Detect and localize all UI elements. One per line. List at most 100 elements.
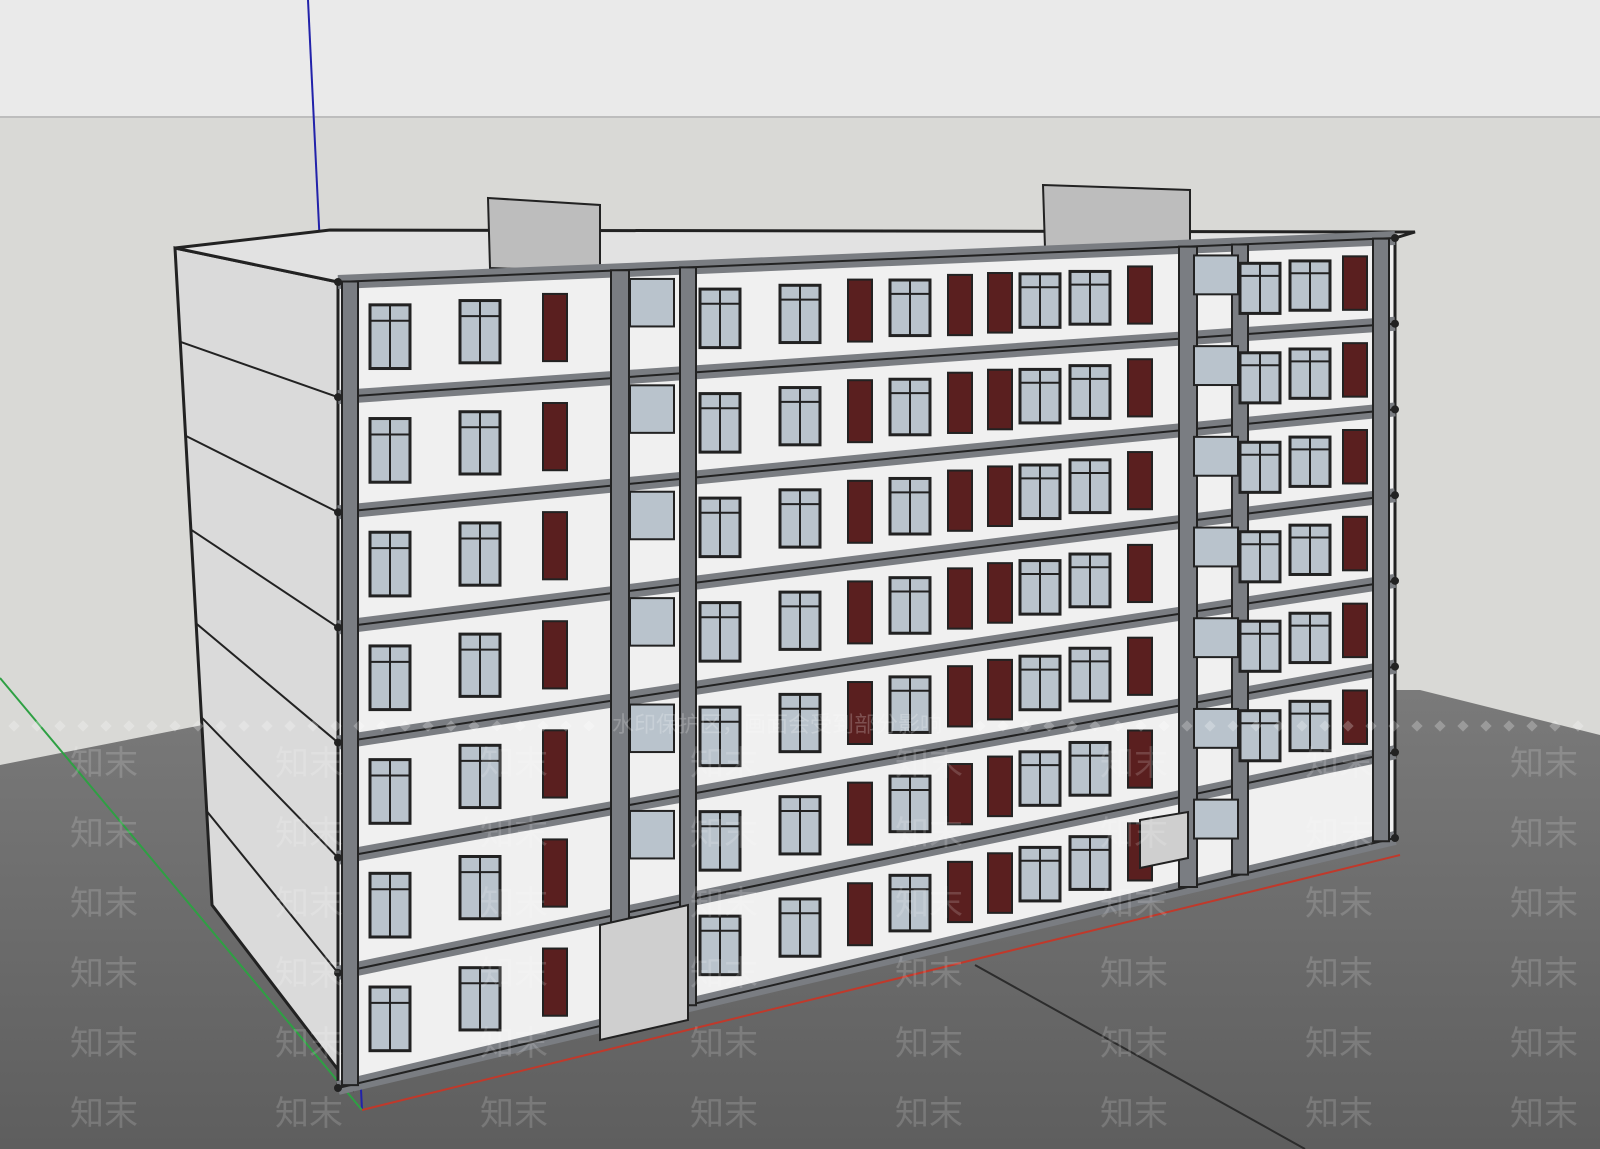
vertex-dot [334,393,342,402]
watermark-text: 知末 [480,954,548,994]
watermark-text: 知末 [480,884,548,924]
door [1342,689,1368,745]
vertex-dot [1391,748,1399,757]
door [847,479,873,544]
door [847,580,873,645]
stair-window [629,490,675,541]
watermark-text: 知末 [1305,884,1373,924]
watermark-text: 知末 [70,1024,138,1064]
watermark-text: 知末 [1510,884,1578,924]
stair-window [629,809,675,860]
door [847,882,873,947]
watermark-text: 知末 [1305,1094,1373,1134]
stair-window [1193,254,1239,296]
stair-window [1193,617,1239,659]
watermark-text: 知末 [1305,954,1373,994]
door [847,781,873,846]
watermark-text: 知末 [275,884,343,924]
door [947,273,973,337]
watermark-text: 知末 [1510,744,1578,784]
door [1127,543,1153,604]
vertex-dot [1391,662,1399,671]
model-viewport[interactable]: 水印保护区，画面会受到部分影响 知末 知末 知末 知末 知末 知末 知末 知末 知末 知末 知末 知末… [0,0,1600,1149]
door [1127,451,1153,511]
watermark-text: 知末 [1305,1024,1373,1064]
watermark-text: 知末 [480,744,548,784]
watermark-text: 知末 [1100,1024,1168,1064]
watermark-text: 知末 [895,1094,963,1134]
watermark-text: 知末 [275,814,343,854]
watermark-text: 知末 [690,1024,758,1064]
door [947,371,973,434]
vertex-dot [1391,234,1399,242]
stair-window [1193,435,1239,477]
door [987,272,1013,334]
door [987,465,1013,528]
door [987,562,1013,624]
pilaster [1372,237,1390,843]
watermark-text: 知末 [1305,814,1373,854]
door [1342,602,1368,659]
door [1127,358,1153,418]
watermark-text: 知末 [1305,744,1373,784]
watermark-text: 知末 [275,744,343,784]
stair-window [1193,526,1239,568]
vertex-dot [1391,319,1399,328]
vertex-dot [1391,405,1399,414]
stair-window [1193,798,1239,840]
watermark-text: 知末 [275,1024,343,1064]
watermark-text: 知末 [1100,884,1168,924]
ground-recess-left [599,903,689,1042]
watermark-text: 知末 [1510,814,1578,854]
stair-window [1193,345,1239,387]
door [987,852,1013,914]
door [1127,636,1153,696]
watermark-text: 知末 [895,884,963,924]
watermark-text: 知末 [1510,954,1578,994]
watermark-text: 知末 [275,1094,343,1134]
watermark-text: 知末 [70,954,138,994]
watermark-text: 知末 [275,954,343,994]
stair-window [629,384,675,434]
watermark-text: 知末 [690,744,758,784]
watermark-text: 知末 [70,744,138,784]
watermark-text: 知末 [70,814,138,854]
vertex-dot [334,853,342,862]
door [847,278,873,343]
watermark-text: 知末 [70,1094,138,1134]
watermark-text: 知末 [690,954,758,994]
door [542,620,568,690]
watermark-text: 知末 [895,954,963,994]
vertex-dot [334,278,342,286]
stair-window [629,277,675,328]
watermark-text: 知末 [1510,1024,1578,1064]
door [1127,265,1153,325]
door [987,368,1013,431]
watermark-text: 知末 [1100,814,1168,854]
door [947,469,973,532]
door [847,379,873,444]
watermark-text: 知末 [480,1024,548,1064]
stair-window [629,597,675,647]
door [987,755,1013,818]
scene-canvas[interactable]: 水印保护区，画面会受到部分影响 知末 知末 知末 知末 知末 知末 知末 知末知末 知末 知末 知末… [0,0,1600,1149]
door [1342,515,1368,572]
watermark-text: 知末 [70,884,138,924]
vertex-dot [1391,576,1399,585]
door [987,658,1013,721]
vertex-dot [334,1084,342,1092]
watermark-text: 知末 [1100,954,1168,994]
vertex-dot [1391,834,1399,842]
watermark-text: 知末 [1510,1094,1578,1134]
vertex-dot [1391,491,1399,500]
door [1342,255,1368,311]
watermark-text: 知末 [895,814,963,854]
door [542,402,568,472]
watermark-text: 知末 [1100,744,1168,784]
watermark-text: 知末 [895,1024,963,1064]
vertex-dot [334,508,342,517]
watermark-text: 知末 [690,814,758,854]
door [1342,342,1368,398]
pilaster [610,269,630,1023]
watermark-text: 知末 [480,1094,548,1134]
